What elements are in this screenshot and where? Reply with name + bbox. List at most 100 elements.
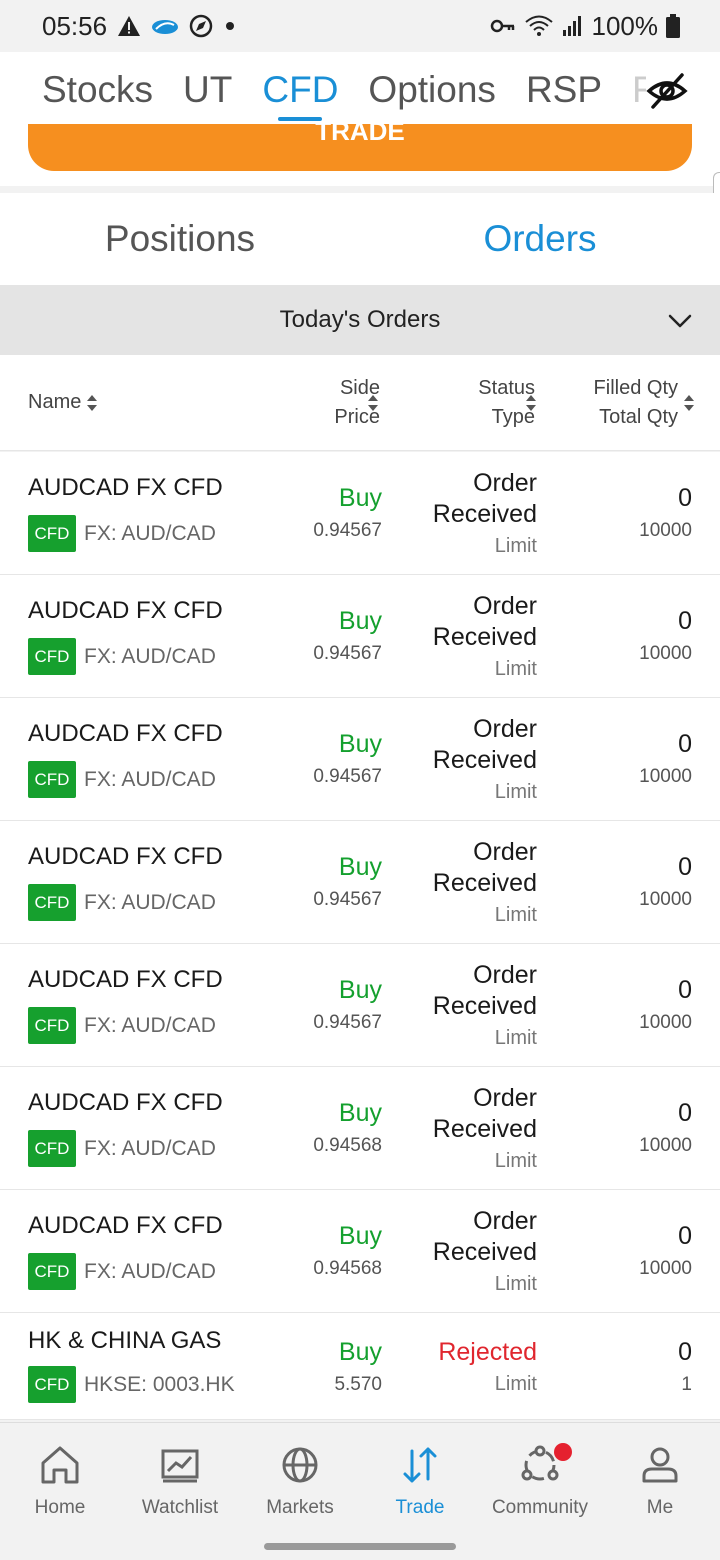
tab-cfd[interactable]: CFD	[262, 69, 338, 121]
cfd-badge: CFD	[28, 761, 76, 798]
order-name: AUDCAD FX CFD	[28, 1212, 223, 1239]
order-price: 0.94567	[313, 889, 382, 910]
order-type: Limit	[494, 658, 537, 680]
order-market: FX: AUD/CAD	[84, 1260, 216, 1283]
globe-icon	[282, 1447, 318, 1483]
orders-table-header: Name Side Price Status Type Filled Qty T…	[0, 355, 720, 451]
order-price: 0.94567	[313, 1012, 382, 1033]
tab-ut[interactable]: UT	[183, 69, 232, 111]
header-name: Name	[28, 391, 82, 413]
tab-positions[interactable]: Positions	[0, 193, 360, 285]
home-icon	[41, 1446, 79, 1484]
clock: 05:56	[42, 10, 108, 41]
dot-icon	[226, 22, 235, 30]
sort-icon	[526, 394, 536, 412]
order-filled-qty: 0	[678, 1222, 692, 1250]
order-filled-qty: 0	[678, 730, 692, 758]
order-total-qty: 10000	[639, 889, 692, 910]
order-side: Buy	[338, 1222, 382, 1250]
asset-tabs: Stocks UT CFD Options RSP F	[0, 52, 720, 128]
tab-orders[interactable]: Orders	[360, 193, 720, 285]
nav-trade[interactable]: Trade	[360, 1423, 480, 1560]
order-price: 0.94567	[313, 520, 382, 541]
sort-icon	[87, 394, 98, 412]
order-name: AUDCAD FX CFD	[28, 720, 223, 747]
order-type: Limit	[494, 535, 537, 557]
order-status: Order Received	[432, 1207, 537, 1266]
home-indicator[interactable]	[264, 1543, 456, 1550]
sort-qty[interactable]: Filled Qty Total Qty	[594, 374, 678, 432]
table-row[interactable]: AUDCAD FX CFD CFD FX: AUD/CAD Buy 0.9456…	[0, 1190, 720, 1313]
order-market: FX: AUD/CAD	[84, 768, 216, 791]
header-total-qty: Total Qty	[599, 406, 678, 428]
table-row[interactable]: AUDCAD FX CFD CFD FX: AUD/CAD Buy 0.9456…	[0, 821, 720, 944]
nav-label: Community	[491, 1497, 589, 1518]
cfd-badge: CFD	[28, 515, 76, 552]
order-filled-qty: 0	[678, 1099, 692, 1127]
order-total-qty: 10000	[639, 643, 692, 664]
nav-watchlist[interactable]: Watchlist	[120, 1423, 240, 1560]
order-status: Order Received	[432, 838, 537, 897]
order-total-qty: 10000	[639, 1012, 692, 1033]
order-side: Buy	[338, 1338, 382, 1366]
cfd-badge: CFD	[28, 1366, 76, 1403]
status-bar: 05:56 100%	[0, 0, 720, 52]
order-type: Limit	[494, 781, 537, 803]
sort-icon	[368, 394, 378, 412]
table-row[interactable]: AUDCAD FX CFD CFD FX: AUD/CAD Buy 0.9456…	[0, 1067, 720, 1190]
order-side: Buy	[338, 976, 382, 1004]
orders-filter-label: Today's Orders	[279, 306, 441, 333]
sort-icon	[684, 394, 694, 412]
order-market: HKSE: 0003.HK	[84, 1373, 235, 1396]
nav-me[interactable]: Me	[600, 1423, 720, 1560]
nav-label: Me	[646, 1497, 674, 1518]
order-type: Limit	[494, 1150, 537, 1172]
order-total-qty: 10000	[639, 1258, 692, 1279]
tab-stocks[interactable]: Stocks	[42, 69, 153, 111]
nav-label: Markets	[266, 1497, 334, 1518]
cfd-badge: CFD	[28, 1253, 76, 1290]
nav-community[interactable]: Community	[480, 1423, 600, 1560]
cfd-badge: CFD	[28, 1130, 76, 1167]
watchlist-icon	[161, 1449, 199, 1483]
order-market: FX: AUD/CAD	[84, 1137, 216, 1160]
tab-rsp[interactable]: RSP	[526, 69, 602, 111]
orders-list: AUDCAD FX CFD CFD FX: AUD/CAD Buy 0.9456…	[0, 452, 720, 1420]
tab-options[interactable]: Options	[368, 69, 496, 111]
order-filled-qty: 0	[678, 607, 692, 635]
order-filled-qty: 0	[678, 484, 692, 512]
order-side: Buy	[338, 853, 382, 881]
nav-markets[interactable]: Markets	[240, 1423, 360, 1560]
table-row[interactable]: AUDCAD FX CFD CFD FX: AUD/CAD Buy 0.9456…	[0, 698, 720, 821]
hide-values-icon[interactable]	[646, 70, 688, 112]
warning-icon	[118, 16, 141, 36]
nav-label: Watchlist	[141, 1497, 219, 1518]
order-name: AUDCAD FX CFD	[28, 474, 223, 501]
order-price: 0.94568	[313, 1135, 382, 1156]
nav-home[interactable]: Home	[0, 1423, 120, 1560]
nav-label: Trade	[395, 1497, 445, 1518]
order-total-qty: 1	[681, 1374, 692, 1395]
order-status: Order Received	[432, 469, 537, 528]
order-total-qty: 10000	[639, 1135, 692, 1156]
order-filled-qty: 0	[678, 853, 692, 881]
sort-name[interactable]: Name	[28, 388, 98, 417]
table-row[interactable]: AUDCAD FX CFD CFD FX: AUD/CAD Buy 0.9456…	[0, 452, 720, 575]
trade-arrows-icon	[403, 1447, 437, 1483]
wifi-icon	[524, 15, 553, 36]
order-status: Rejected	[438, 1338, 537, 1366]
person-icon	[642, 1447, 678, 1483]
table-row[interactable]: AUDCAD FX CFD CFD FX: AUD/CAD Buy 0.9456…	[0, 575, 720, 698]
orders-filter-dropdown[interactable]: Today's Orders	[0, 285, 720, 355]
battery-icon	[666, 14, 680, 38]
battery-percent: 100%	[591, 10, 659, 41]
trade-area: TRADE	[0, 124, 720, 186]
order-type: Limit	[494, 904, 537, 926]
trade-button[interactable]: TRADE	[28, 124, 692, 171]
order-market: FX: AUD/CAD	[84, 891, 216, 914]
positions-orders-tabs: Positions Orders	[0, 193, 720, 285]
table-row[interactable]: AUDCAD FX CFD CFD FX: AUD/CAD Buy 0.9456…	[0, 944, 720, 1067]
table-row[interactable]: HK & CHINA GAS CFD HKSE: 0003.HK Buy 5.5…	[0, 1313, 720, 1420]
tab-more[interactable]: F	[632, 69, 646, 111]
order-market: FX: AUD/CAD	[84, 1014, 216, 1037]
